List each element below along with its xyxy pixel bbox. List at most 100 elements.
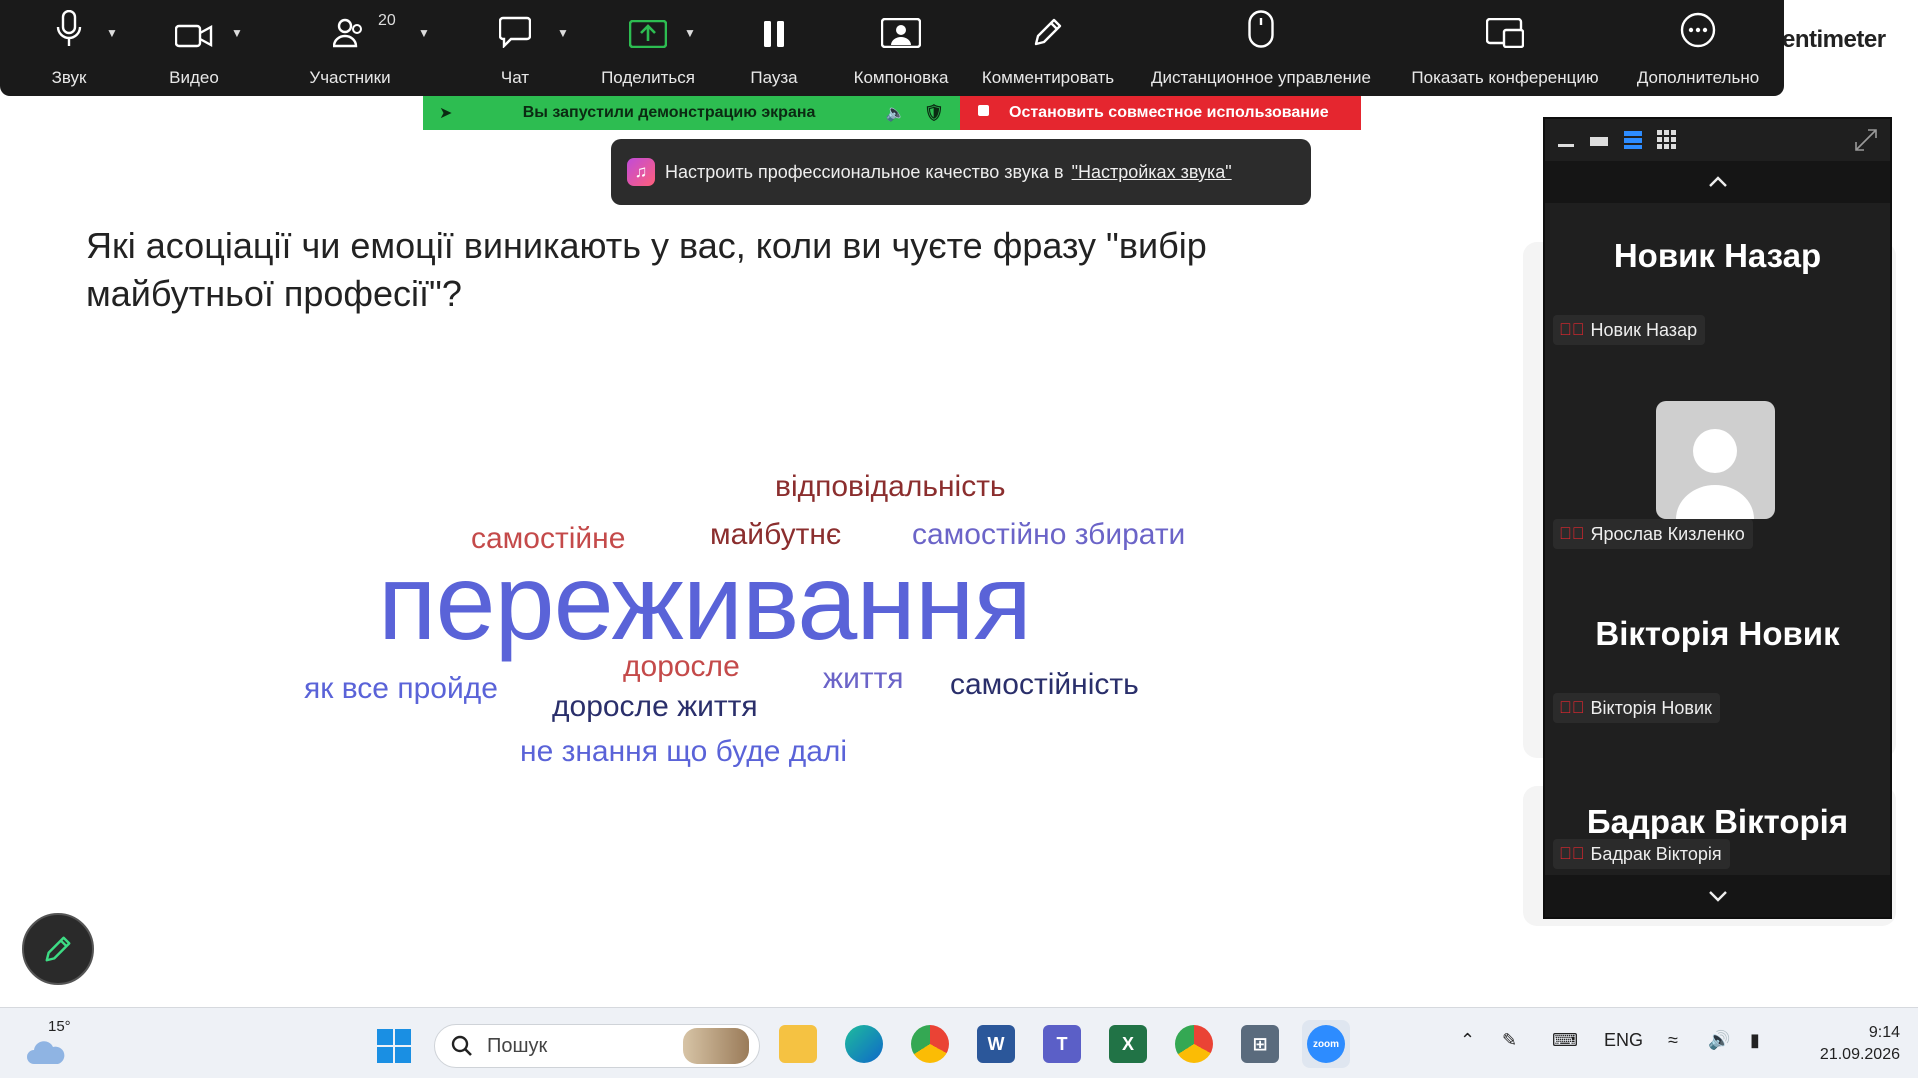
word-cloud-item: доросле життя (552, 690, 758, 723)
chrome-icon (1175, 1025, 1213, 1063)
taskbar-clock[interactable]: 9:14 21.09.2026 (1800, 1022, 1900, 1066)
speaker-icon[interactable]: 🔈 (886, 103, 906, 123)
audio-chevron-icon[interactable]: ▼ (106, 26, 118, 40)
share-button[interactable]: Поделиться (596, 0, 700, 96)
wifi-icon[interactable]: ≈ (1668, 1030, 1678, 1051)
participants-chevron-icon[interactable]: ▼ (418, 26, 430, 40)
word-cloud-item: відповідальність (775, 470, 1006, 503)
share-screen-icon (629, 20, 667, 48)
muted-mic-icon: 🎙⃠ (1559, 844, 1585, 863)
sharing-status-text: Вы запустили демонстрацию экрана (522, 104, 816, 121)
layout-label: Компоновка (853, 68, 949, 87)
participants-icon (333, 18, 362, 48)
taskbar-app-edge[interactable] (844, 1024, 884, 1064)
chrome-profile-icon (911, 1025, 949, 1063)
participants-label: Участники (309, 68, 391, 87)
audio-settings-link[interactable]: "Настройках звука" (1072, 162, 1232, 183)
annotate-button[interactable]: Комментировать (973, 0, 1123, 96)
muted-mic-icon: 🎙⃠ (1559, 524, 1585, 543)
keyboard-icon[interactable]: ⌨ (1552, 1030, 1578, 1051)
participant-tag-label: Ярослав Кизленко (1590, 523, 1745, 544)
audio-button[interactable]: Звук (40, 0, 98, 96)
remote-control-button[interactable]: Дистанционное управление (1138, 0, 1384, 96)
more-icon (1680, 12, 1716, 48)
layout-icon (881, 18, 921, 48)
clock-date: 21.09.2026 (1819, 1046, 1900, 1063)
word-cloud-item: життя (823, 662, 904, 695)
video-camera-icon (175, 24, 213, 48)
pen-icon[interactable]: ✎ (1502, 1030, 1517, 1051)
gallery-view-controls (1545, 119, 1890, 161)
taskbar-app-zoom[interactable]: zoom (1302, 1020, 1350, 1068)
stop-sharing-button[interactable]: Остановить совместное использование (960, 96, 1361, 130)
taskbar-app-excel[interactable]: X (1108, 1024, 1148, 1064)
chat-button[interactable]: Чат (490, 0, 540, 96)
taskbar-app-teams[interactable]: T (1042, 1024, 1082, 1064)
video-label: Видео (169, 68, 219, 87)
clock-time: 9:14 (1868, 1024, 1900, 1041)
tooltip-text: Настроить профессиональное качество звук… (665, 161, 1064, 182)
taskbar-app-chrome-profile[interactable] (910, 1024, 950, 1064)
brand-logo-text: entimeter (1782, 26, 1886, 53)
battery-icon[interactable]: ▮ (1750, 1030, 1760, 1051)
taskbar-search[interactable]: Пошук (434, 1024, 760, 1068)
share-status-bar: ➤ Вы запустили демонстрацию экрана 🔈 🛡 О… (423, 96, 1361, 130)
participant-display-name: Новик Назар (1613, 237, 1822, 274)
search-highlight-icon (683, 1028, 749, 1064)
pencil-icon (45, 936, 71, 962)
speaker-view-icon[interactable] (1589, 131, 1609, 149)
more-button[interactable]: Дополнительно (1626, 0, 1770, 96)
word-cloud-item: самостійність (950, 668, 1139, 701)
taskbar-app-explorer[interactable] (778, 1024, 818, 1064)
show-meeting-label: Показать конференцию (1411, 68, 1599, 87)
cloud-icon (27, 1041, 65, 1064)
participant-display-name: Вікторія Новик (1595, 615, 1840, 652)
word-icon: W (977, 1025, 1015, 1063)
layout-button[interactable]: Компоновка (846, 0, 956, 96)
participant-name-tag: 🎙⃠ Ярослав Кизленко (1553, 519, 1753, 549)
participant-name-tag: 🎙⃠ Бадрак Вікторія (1553, 839, 1730, 869)
video-button[interactable]: Видео (162, 0, 226, 96)
weather-widget[interactable]: 15° (24, 1018, 84, 1070)
participant-tile[interactable]: Бадрак Вікторія 🎙⃠ Бадрак Вікторія (1545, 773, 1890, 879)
excel-icon: X (1109, 1025, 1147, 1063)
audio-quality-tooltip: ♫ Настроить профессиональное качество зв… (611, 139, 1311, 205)
taskbar-app-chrome[interactable] (1174, 1024, 1214, 1064)
pause-button[interactable]: Пауза (748, 0, 800, 96)
show-meeting-button[interactable]: Показать конференцию (1402, 0, 1608, 96)
folder-icon (779, 1025, 817, 1063)
language-indicator[interactable]: ENG (1604, 1030, 1643, 1051)
scroll-down-button[interactable] (1545, 875, 1890, 917)
participant-tag-label: Новик Назар (1590, 319, 1698, 340)
participant-name-tag: 🎙⃠ Новик Назар (1553, 315, 1706, 345)
scroll-up-button[interactable] (1545, 161, 1890, 203)
annotate-fab-button[interactable] (22, 913, 94, 985)
video-chevron-icon[interactable]: ▼ (231, 26, 243, 40)
chat-chevron-icon[interactable]: ▼ (557, 26, 569, 40)
windows-logo-icon (377, 1029, 411, 1063)
shield-icon[interactable]: 🛡 (924, 103, 944, 123)
taskbar-app-calculator[interactable]: ⊞ (1240, 1024, 1280, 1064)
volume-icon[interactable]: 🔊 (1708, 1030, 1730, 1051)
slide-question: Які асоціації чи емоції виникають у вас,… (86, 225, 1207, 314)
taskbar-app-word[interactable]: W (976, 1024, 1016, 1064)
participant-tile[interactable]: Вікторія Новик 🎙⃠ Вікторія Новик (1545, 583, 1890, 773)
remote-control-label: Дистанционное управление (1150, 68, 1371, 87)
start-button[interactable] (372, 1024, 416, 1068)
stop-square-icon (978, 104, 989, 116)
grid-view-icon[interactable] (1657, 130, 1677, 150)
share-chevron-icon[interactable]: ▼ (684, 26, 696, 40)
word-cloud-item: як все пройде (304, 672, 498, 705)
muted-mic-icon: 🎙⃠ (1559, 698, 1585, 717)
default-user-icon (1676, 429, 1754, 519)
expand-icon[interactable] (1854, 128, 1878, 152)
chat-label: Чат (500, 68, 530, 87)
strip-view-icon[interactable] (1623, 130, 1643, 150)
share-leaf-icon: ➤ (439, 105, 453, 122)
windows-taskbar: 15° Пошук W T X ⊞ zoom ⌃ ✎ ⌨ ENG ≈ 🔊 ▮ 9… (0, 1007, 1918, 1078)
minimize-icon[interactable] (1557, 131, 1575, 149)
participant-tag-label: Вікторія Новик (1590, 697, 1712, 718)
participant-tile[interactable]: Новик Назар 🎙⃠ Новик Назар (1545, 203, 1890, 393)
chevron-up-icon[interactable]: ⌃ (1460, 1030, 1475, 1051)
participant-tile[interactable]: 🎙⃠ Ярослав Кизленко (1545, 393, 1890, 583)
